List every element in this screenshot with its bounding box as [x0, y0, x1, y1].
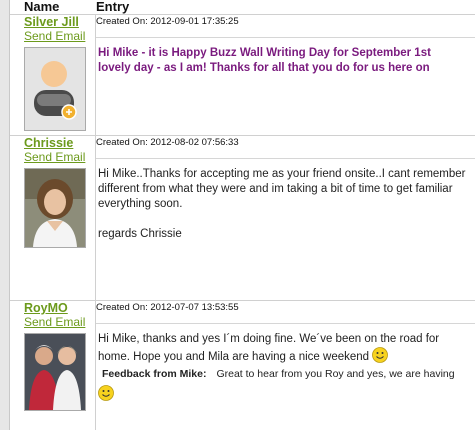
table-row: Chrissie Send Email Created On: 2012-08-… — [10, 136, 475, 300]
feedback-label: Feedback from Mike: — [102, 368, 207, 380]
message-line: Hi Mike - it is Happy Buzz Wall Writing … — [98, 47, 431, 59]
message-line: Hi Mike, thanks and yes I´m doing fine. … — [98, 333, 440, 345]
message-signature: regards Chrissie — [98, 228, 182, 240]
author-name-link[interactable]: Silver Jill — [24, 15, 94, 29]
message-line: home. Hope you and Mila are having a nic… — [98, 351, 370, 363]
avatar[interactable] — [24, 333, 86, 411]
default-avatar-icon — [25, 48, 85, 130]
table-row: Silver Jill Send Email Created On: 2012-… — [10, 15, 475, 135]
column-header-entry: Entry — [96, 0, 130, 14]
message-line: different from what they were and im tak… — [98, 183, 453, 195]
entry-content: Hi Mike - it is Happy Buzz Wall Writing … — [96, 37, 475, 76]
author-cell: RoyMO Send Email — [24, 301, 94, 329]
user-photo-icon — [25, 169, 85, 247]
entry-content: Hi Mike..Thanks for accepting me as your… — [96, 158, 475, 242]
author-cell: Silver Jill Send Email — [24, 15, 94, 43]
entry-content: Hi Mike, thanks and yes I´m doing fine. … — [96, 323, 475, 403]
avatar[interactable] — [24, 47, 86, 131]
feedback-text: Great to hear from you Roy and yes, we a… — [216, 368, 455, 380]
entry-message: Hi Mike - it is Happy Buzz Wall Writing … — [96, 38, 475, 76]
created-date: Created On: 2012-09-01 17:35:25 — [96, 16, 239, 27]
message-line: lovely day - as I am! Thanks for all tha… — [98, 62, 430, 74]
left-scroll-margin — [0, 0, 10, 430]
entry-message: Hi Mike..Thanks for accepting me as your… — [96, 159, 475, 242]
message-line: Hi Mike..Thanks for accepting me as your… — [98, 168, 466, 180]
created-date: Created On: 2012-08-02 07:56:33 — [96, 137, 239, 148]
author-name-link[interactable]: Chrissie — [24, 136, 94, 150]
smiley-icon — [98, 385, 114, 401]
message-line: everything soon. — [98, 198, 183, 210]
created-date: Created On: 2012-07-07 13:53:55 — [96, 302, 239, 313]
send-email-link[interactable]: Send Email — [24, 30, 94, 43]
send-email-link[interactable]: Send Email — [24, 316, 94, 329]
author-name-link[interactable]: RoyMO — [24, 301, 94, 315]
table-header: Name Entry — [10, 0, 475, 14]
table-row: RoyMO Send Email Created On: 2012-07-07 … — [10, 301, 475, 430]
entry-message: Hi Mike, thanks and yes I´m doing fine. … — [96, 324, 475, 403]
avatar[interactable] — [24, 168, 86, 248]
user-photo-icon — [25, 334, 85, 410]
column-header-name: Name — [24, 0, 60, 14]
author-cell: Chrissie Send Email — [24, 136, 94, 164]
send-email-link[interactable]: Send Email — [24, 151, 94, 164]
smiley-icon — [372, 347, 389, 363]
